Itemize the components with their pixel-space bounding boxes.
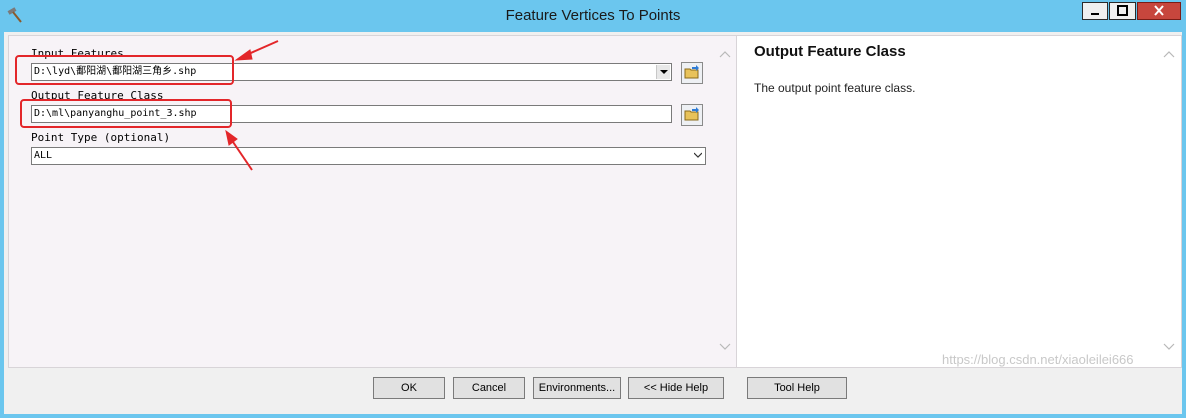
annotation-arrow-output — [225, 129, 253, 171]
annotation-arrow-input — [234, 40, 279, 61]
watermark: https://blog.csdn.net/xiaoleilei666 — [942, 352, 1134, 367]
